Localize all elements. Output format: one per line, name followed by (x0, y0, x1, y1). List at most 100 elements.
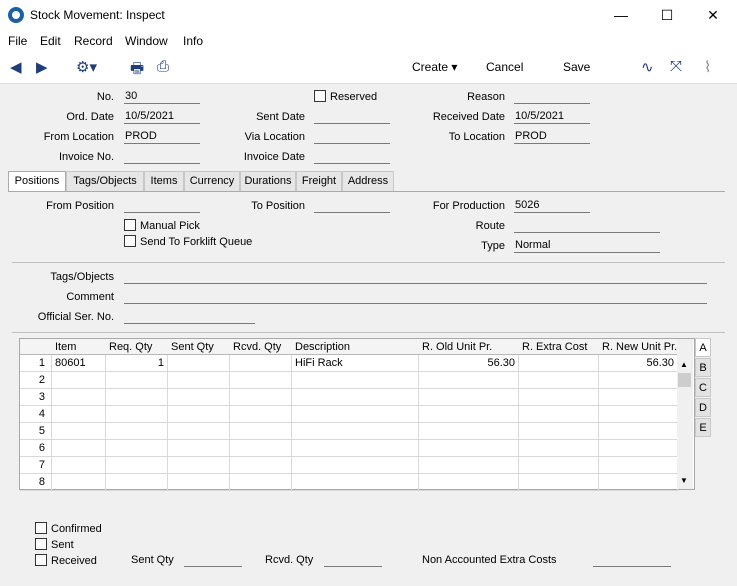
grid-cell-sent-qty[interactable] (168, 355, 230, 372)
grid-cell-description[interactable] (292, 474, 419, 491)
for-production-field[interactable]: 5026 (514, 199, 590, 213)
grid-cell-description[interactable] (292, 372, 419, 389)
grid-cell-old-unit-price[interactable] (419, 440, 519, 457)
minimize-icon[interactable]: — (598, 0, 644, 31)
via-location-field[interactable] (314, 130, 390, 144)
scroll-up-icon[interactable]: ▲ (680, 360, 688, 369)
grid-cell-description[interactable] (292, 389, 419, 406)
rcvd-qty-field[interactable] (324, 553, 382, 567)
grid-cell-req-qty[interactable] (106, 474, 168, 491)
items-grid[interactable]: Item Req. Qty Sent Qty Rcvd. Qty Descrip… (19, 338, 695, 491)
table-row[interactable]: 3 (20, 389, 678, 406)
back-icon[interactable]: ◀ (10, 58, 22, 76)
menu-info[interactable]: Info (183, 34, 203, 48)
grid-side-tab-d[interactable]: D (695, 398, 711, 417)
grid-side-tab-e[interactable]: E (695, 418, 711, 437)
table-row[interactable]: 4 (20, 406, 678, 423)
tab-durations[interactable]: Durations (240, 171, 296, 191)
print-preview-icon[interactable]: ⎙ (157, 58, 169, 75)
grid-cell-extra-cost[interactable] (519, 423, 599, 440)
invoice-no-field[interactable] (124, 150, 200, 164)
table-row[interactable]: 6 (20, 440, 678, 457)
sent-qty-field[interactable] (184, 553, 242, 567)
save-button[interactable]: Save (563, 60, 590, 74)
ord-date-field[interactable]: 10/5/2021 (124, 110, 200, 124)
table-row[interactable]: 2 (20, 372, 678, 389)
maximize-icon[interactable]: ☐ (644, 0, 690, 31)
grid-cell-req-qty[interactable] (106, 457, 168, 474)
grid-cell-sent-qty[interactable] (168, 423, 230, 440)
grid-cell-old-unit-price[interactable] (419, 372, 519, 389)
grid-cell-new-unit-price[interactable] (599, 423, 678, 440)
cancel-button[interactable]: Cancel (486, 60, 523, 74)
grid-cell-sent-qty[interactable] (168, 389, 230, 406)
tab-positions[interactable]: Positions (8, 171, 66, 192)
grid-scrollbar[interactable]: ▲ ▼ (677, 339, 693, 489)
scroll-down-icon[interactable]: ▼ (680, 476, 688, 485)
sent-date-field[interactable] (314, 110, 390, 124)
tab-address[interactable]: Address (342, 171, 394, 191)
grid-cell-new-unit-price[interactable] (599, 406, 678, 423)
grid-cell-rcvd-qty[interactable] (230, 372, 292, 389)
grid-cell-description[interactable]: HiFi Rack (292, 355, 419, 372)
grid-side-tab-b[interactable]: B (695, 358, 711, 377)
grid-cell-rcvd-qty[interactable] (230, 457, 292, 474)
grid-cell-req-qty[interactable] (106, 389, 168, 406)
grid-cell-item[interactable] (52, 423, 106, 440)
grid-cell-item[interactable]: 80601 (52, 355, 106, 372)
grid-cell-item[interactable] (52, 372, 106, 389)
extra-costs-field[interactable] (593, 553, 671, 567)
grid-cell-rcvd-qty[interactable] (230, 389, 292, 406)
tab-currency[interactable]: Currency (184, 171, 240, 191)
grid-cell-rcvd-qty[interactable] (230, 474, 292, 491)
grid-cell-item[interactable] (52, 474, 106, 491)
grid-cell-rcvd-qty[interactable] (230, 355, 292, 372)
grid-cell-description[interactable] (292, 457, 419, 474)
route-field[interactable] (514, 219, 660, 233)
menu-edit[interactable]: Edit (40, 34, 61, 48)
to-location-field[interactable]: PROD (514, 130, 590, 144)
grid-cell-new-unit-price[interactable] (599, 389, 678, 406)
menu-record[interactable]: Record (74, 34, 113, 48)
grid-cell-rcvd-qty[interactable] (230, 423, 292, 440)
table-row[interactable]: 7 (20, 457, 678, 474)
table-row[interactable]: 5 (20, 423, 678, 440)
grid-cell-req-qty[interactable] (106, 372, 168, 389)
type-field[interactable]: Normal (514, 239, 660, 253)
grid-cell-item[interactable] (52, 457, 106, 474)
grid-cell-extra-cost[interactable] (519, 406, 599, 423)
to-position-field[interactable] (314, 199, 390, 213)
forklift-queue-checkbox[interactable] (124, 235, 136, 247)
attachment-icon[interactable]: ⌇ (704, 58, 711, 76)
grid-cell-rcvd-qty[interactable] (230, 440, 292, 457)
scroll-thumb[interactable] (678, 373, 691, 387)
grid-cell-req-qty[interactable] (106, 423, 168, 440)
menu-file[interactable]: File (8, 34, 27, 48)
grid-cell-description[interactable] (292, 406, 419, 423)
print-icon[interactable]: 🖶 (130, 58, 144, 83)
grid-cell-item[interactable] (52, 440, 106, 457)
grid-cell-sent-qty[interactable] (168, 372, 230, 389)
expand-icon[interactable]: ⤧ (670, 58, 682, 75)
grid-cell-req-qty[interactable] (106, 440, 168, 457)
sent-checkbox[interactable] (35, 538, 47, 550)
grid-cell-extra-cost[interactable] (519, 457, 599, 474)
grid-cell-new-unit-price[interactable] (599, 457, 678, 474)
grid-cell-new-unit-price[interactable] (599, 372, 678, 389)
reserved-checkbox[interactable] (314, 90, 326, 102)
manual-pick-checkbox[interactable] (124, 219, 136, 231)
activity-icon[interactable]: ∿ (641, 58, 654, 76)
official-ser-no-field[interactable] (124, 310, 255, 324)
grid-cell-req-qty[interactable]: 1 (106, 355, 168, 372)
comment-field[interactable] (124, 290, 707, 304)
grid-cell-sent-qty[interactable] (168, 440, 230, 457)
no-field[interactable]: 30 (124, 90, 200, 104)
confirmed-checkbox[interactable] (35, 522, 47, 534)
received-date-field[interactable]: 10/5/2021 (514, 110, 590, 124)
grid-cell-item[interactable] (52, 406, 106, 423)
grid-side-tab-c[interactable]: C (695, 378, 711, 397)
grid-cell-old-unit-price[interactable]: 56.30 (419, 355, 519, 372)
grid-cell-new-unit-price[interactable] (599, 474, 678, 491)
grid-cell-sent-qty[interactable] (168, 474, 230, 491)
received-checkbox[interactable] (35, 554, 47, 566)
